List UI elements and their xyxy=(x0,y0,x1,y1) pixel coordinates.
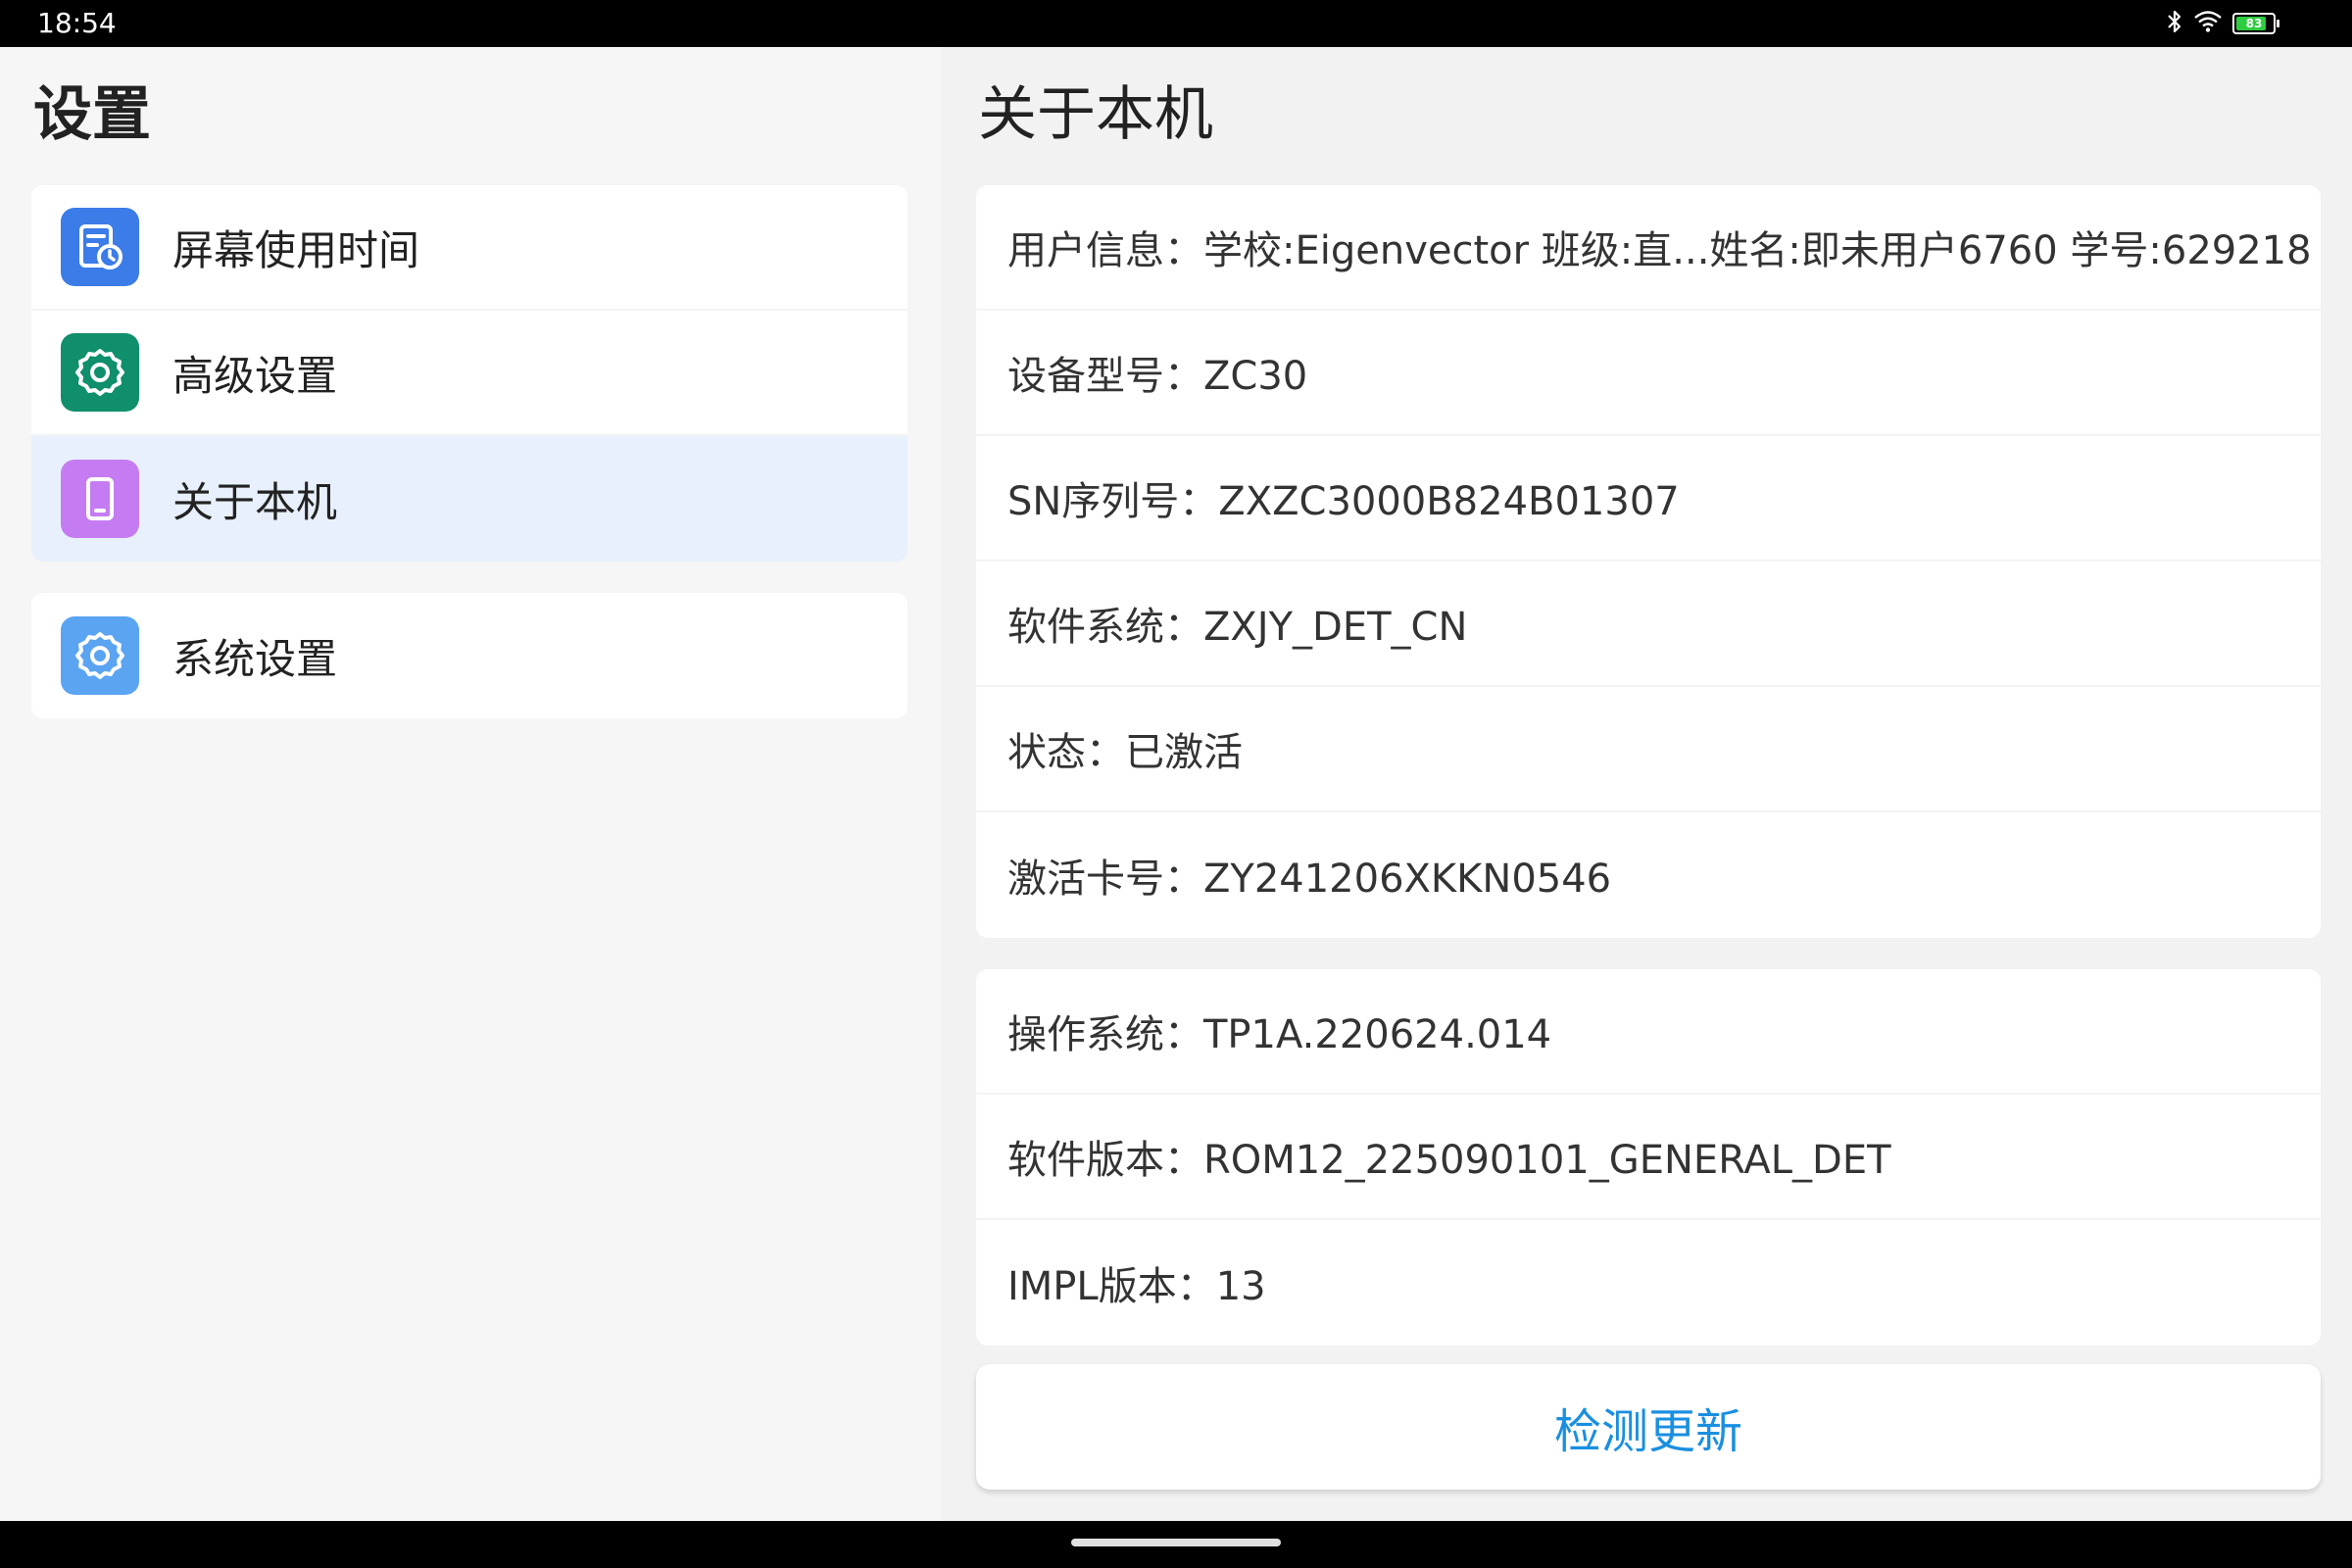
bluetooth-icon xyxy=(2166,9,2183,38)
gear-icon xyxy=(61,333,139,412)
gear-icon xyxy=(61,616,139,695)
menu-item-screen-time[interactable]: 屏幕使用时间 xyxy=(31,185,907,311)
menu-group-1: 屏幕使用时间 高级设置 关于本机 xyxy=(31,185,907,562)
menu-item-label: 系统设置 xyxy=(172,634,338,683)
menu-item-label: 高级设置 xyxy=(172,351,338,400)
status-icons: 83 xyxy=(2166,8,2279,39)
check-update-button[interactable]: 检测更新 xyxy=(976,1364,2321,1490)
info-row-status[interactable]: 状态：已激活 xyxy=(976,687,2321,812)
section-title: 关于本机 xyxy=(978,80,1213,149)
info-row-serial[interactable]: SN序列号：ZXZC3000B824B01307 xyxy=(976,436,2321,562)
info-row-activation-card[interactable]: 激活卡号：ZY241206XKKN0546 xyxy=(976,812,2321,938)
phone-icon xyxy=(61,460,139,538)
home-gesture-handle[interactable] xyxy=(1071,1539,1281,1546)
status-bar: 18:54 83 xyxy=(0,0,2352,47)
info-row-impl-version[interactable]: IMPL版本：13 xyxy=(976,1220,2321,1346)
settings-menu-pane: 设置 屏幕使用时间 高级设置 关于本机 系统设置 xyxy=(0,47,941,1521)
screen-time-icon xyxy=(61,208,139,286)
info-row-software-version[interactable]: 软件版本：ROM12_225090101_GENERAL_DET xyxy=(976,1095,2321,1220)
battery-level: 83 xyxy=(2245,17,2263,30)
info-row-os[interactable]: 操作系统：TP1A.220624.014 xyxy=(976,969,2321,1095)
about-device-pane: 关于本机 用户信息：学校:Eigenvector 班级:直...姓名:即未用户6… xyxy=(941,47,2352,1521)
menu-item-system-settings[interactable]: 系统设置 xyxy=(31,593,907,718)
os-info-card: 操作系统：TP1A.220624.014 软件版本：ROM12_22509010… xyxy=(976,969,2321,1346)
status-time: 18:54 xyxy=(37,7,117,39)
wifi-icon xyxy=(2193,10,2223,37)
info-row-model[interactable]: 设备型号：ZC30 xyxy=(976,311,2321,436)
battery-icon: 83 xyxy=(2232,13,2279,34)
page-title: 设置 xyxy=(33,80,151,149)
menu-item-advanced-settings[interactable]: 高级设置 xyxy=(31,311,907,436)
info-row-software-system[interactable]: 软件系统：ZXJY_DET_CN xyxy=(976,562,2321,687)
menu-group-2: 系统设置 xyxy=(31,593,907,718)
menu-item-about-device[interactable]: 关于本机 xyxy=(31,436,907,562)
info-row-user[interactable]: 用户信息：学校:Eigenvector 班级:直...姓名:即未用户6760 学… xyxy=(976,185,2321,311)
navigation-bar xyxy=(0,1521,2352,1568)
device-info-card: 用户信息：学校:Eigenvector 班级:直...姓名:即未用户6760 学… xyxy=(976,185,2321,938)
menu-item-label: 屏幕使用时间 xyxy=(172,225,420,274)
menu-item-label: 关于本机 xyxy=(172,477,338,526)
